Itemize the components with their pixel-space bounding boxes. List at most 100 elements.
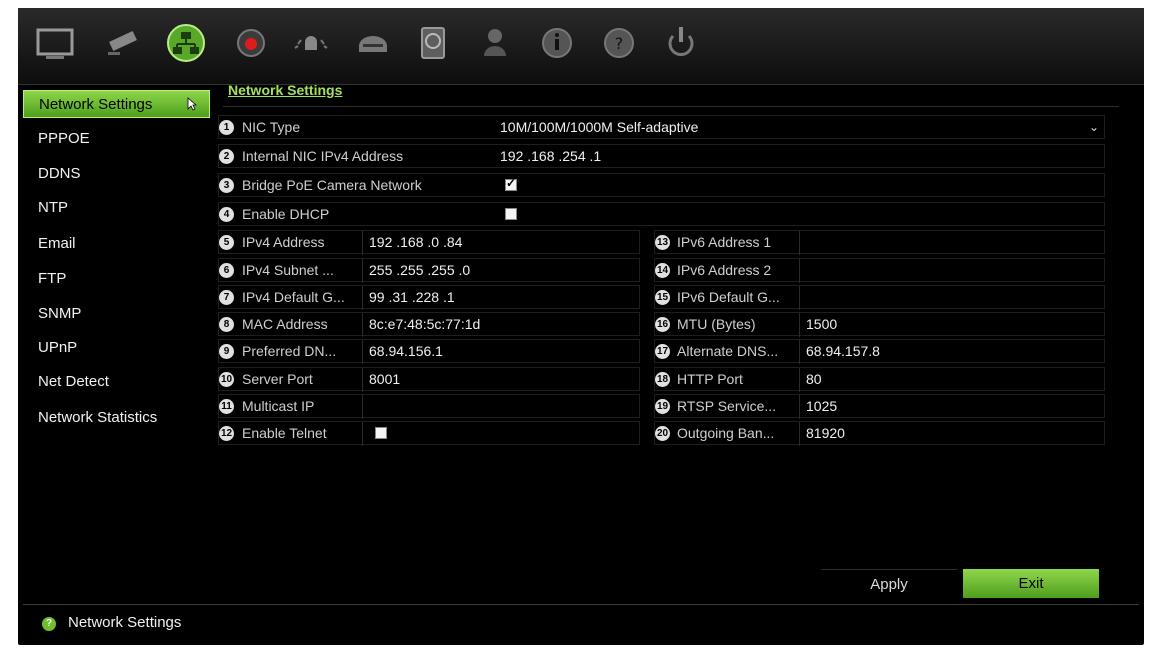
row-number-badge: 9 xyxy=(219,344,234,359)
ipv6-address-2-row: 14 IPv6 Address 2 xyxy=(654,258,1105,283)
enable-dhcp-label: Enable DHCP xyxy=(242,206,330,222)
sidebar-item-network-statistics[interactable]: Network Statistics xyxy=(23,404,210,432)
alternate-dns-row: 17 Alternate DNS... 68.94.157.8 xyxy=(654,339,1105,364)
row-number-badge: 8 xyxy=(219,317,234,332)
sidebar-item-network-settings[interactable]: Network Settings xyxy=(23,90,210,118)
sidebar-item-label: Network Settings xyxy=(39,96,153,113)
power-icon[interactable] xyxy=(656,18,706,68)
sidebar-item-upnp[interactable]: UPnP xyxy=(23,334,210,362)
help-icon[interactable]: ? xyxy=(594,18,644,68)
record-icon[interactable] xyxy=(226,18,276,68)
ipv4-subnet-row: 6 IPv4 Subnet ... 255 .255 .255 .0 xyxy=(218,258,640,283)
row-number-badge: 3 xyxy=(219,178,234,193)
sidebar-item-email[interactable]: Email xyxy=(23,230,210,258)
row-number-badge: 6 xyxy=(219,263,234,278)
ipv4-gateway-row: 7 IPv4 Default G... 99 .31 .228 .1 xyxy=(218,285,640,310)
http-port-row: 18 HTTP Port 80 xyxy=(654,367,1105,392)
exit-button[interactable]: Exit xyxy=(963,569,1099,598)
internal-nic-ipv4-field[interactable]: 192 .168 .254 .1 xyxy=(500,148,601,164)
camera-icon[interactable] xyxy=(98,18,148,68)
preferred-dns-field[interactable]: 68.94.156.1 xyxy=(344,343,443,359)
alternate-dns-field[interactable]: 68.94.157.8 xyxy=(806,343,880,359)
server-port-field[interactable]: 8001 xyxy=(344,371,400,387)
mtu-label: MTU (Bytes) xyxy=(677,316,756,332)
sidebar-item-label: PPPOE xyxy=(38,130,90,147)
rtsp-port-label: RTSP Service... xyxy=(677,398,777,414)
cell-divider xyxy=(799,395,800,419)
internal-nic-row: 2 Internal NIC IPv4 Address 192 .168 .25… xyxy=(218,144,1105,168)
nic-type-row[interactable]: 1 NIC Type 10M/100M/1000M Self-adaptive … xyxy=(218,115,1105,139)
sidebar-item-snmp[interactable]: SNMP xyxy=(23,300,210,328)
ipv6-address-2-label: IPv6 Address 2 xyxy=(677,262,772,278)
cell-divider xyxy=(799,286,800,310)
sidebar-item-label: FTP xyxy=(38,270,67,287)
cell-divider xyxy=(799,259,800,283)
ipv4-address-field[interactable]: 192 .168 .0 .84 xyxy=(344,234,462,250)
ipv6-gateway-label: IPv6 Default G... xyxy=(677,289,780,305)
row-number-badge: 16 xyxy=(655,317,670,332)
sidebar-item-pppoe[interactable]: PPPOE xyxy=(23,125,210,153)
monitor-icon[interactable] xyxy=(30,18,80,68)
cell-divider xyxy=(799,340,800,364)
status-bar: ? Network Settings xyxy=(23,604,1139,641)
row-number-badge: 20 xyxy=(655,426,670,441)
sidebar-item-label: Email xyxy=(38,235,76,252)
mac-address-row: 8 MAC Address 8c:e7:48:5c:77:1d xyxy=(218,312,640,337)
bridge-poe-checkbox[interactable] xyxy=(505,176,517,191)
cell-divider xyxy=(799,368,800,392)
row-number-badge: 19 xyxy=(655,399,670,414)
outgoing-bandwidth-row: 20 Outgoing Ban... 81920 xyxy=(654,421,1105,446)
storage-icon[interactable] xyxy=(408,18,458,68)
http-port-field[interactable]: 80 xyxy=(806,371,822,387)
rtsp-port-field[interactable]: 1025 xyxy=(806,398,837,414)
enable-dhcp-checkbox[interactable] xyxy=(505,208,517,220)
bridge-poe-row: 3 Bridge PoE Camera Network xyxy=(218,173,1105,197)
row-number-badge: 14 xyxy=(655,263,670,278)
status-text: Network Settings xyxy=(68,614,182,631)
mac-address-value: 8c:e7:48:5c:77:1d xyxy=(369,316,481,332)
ipv4-subnet-field[interactable]: 255 .255 .255 .0 xyxy=(344,262,470,278)
tab-network-settings[interactable]: Network Settings xyxy=(228,82,342,98)
row-number-badge: 15 xyxy=(655,290,670,305)
sidebar-item-label: SNMP xyxy=(38,305,82,322)
ipv4-gateway-field[interactable]: 99 .31 .228 .1 xyxy=(344,289,455,305)
system-info-icon[interactable] xyxy=(532,18,582,68)
preferred-dns-label: Preferred DN... xyxy=(242,343,337,359)
enable-telnet-checkbox[interactable] xyxy=(375,427,387,439)
device-icon[interactable] xyxy=(348,18,398,68)
row-number-badge: 4 xyxy=(219,207,234,222)
network-icon[interactable] xyxy=(161,18,211,68)
sidebar-item-ntp[interactable]: NTP xyxy=(23,194,210,222)
user-icon[interactable] xyxy=(470,18,520,68)
sidebar-item-ftp[interactable]: FTP xyxy=(23,265,210,293)
ipv4-gateway-label: IPv4 Default G... xyxy=(242,289,345,305)
sidebar-item-net-detect[interactable]: Net Detect xyxy=(23,368,210,396)
mtu-row: 16 MTU (Bytes) 1500 xyxy=(654,312,1105,337)
server-port-label: Server Port xyxy=(242,371,313,387)
sidebar: Network Settings PPPOE DDNS NTP Email FT… xyxy=(23,90,210,595)
mtu-field[interactable]: 1500 xyxy=(806,316,837,332)
row-number-badge: 5 xyxy=(219,235,234,250)
row-number-badge: 7 xyxy=(219,290,234,305)
ipv6-gateway-row: 15 IPv6 Default G... xyxy=(654,285,1105,310)
tab-divider xyxy=(223,106,1119,107)
cell-divider xyxy=(362,395,363,419)
outgoing-bandwidth-field[interactable]: 81920 xyxy=(806,425,845,441)
row-number-badge: 11 xyxy=(219,399,234,414)
enable-dhcp-row: 4 Enable DHCP xyxy=(218,202,1105,226)
nic-type-select[interactable]: 10M/100M/1000M Self-adaptive xyxy=(500,119,698,135)
alarm-icon[interactable] xyxy=(286,18,336,68)
apply-button[interactable]: Apply xyxy=(821,569,957,598)
nic-type-label: NIC Type xyxy=(242,119,301,135)
mouse-pointer-icon xyxy=(187,97,197,111)
row-number-badge: 13 xyxy=(655,235,670,250)
ipv4-subnet-label: IPv4 Subnet ... xyxy=(242,262,334,278)
chevron-down-icon[interactable]: ⌄ xyxy=(1089,120,1099,134)
sidebar-item-ddns[interactable]: DDNS xyxy=(23,160,210,188)
sidebar-item-label: Network Statistics xyxy=(38,409,158,426)
main-toolbar: ? xyxy=(18,8,1144,85)
ipv4-address-label: IPv4 Address xyxy=(242,234,325,250)
row-number-badge: 12 xyxy=(219,426,234,441)
sidebar-item-label: UPnP xyxy=(38,339,78,356)
row-number-badge: 10 xyxy=(219,372,234,387)
